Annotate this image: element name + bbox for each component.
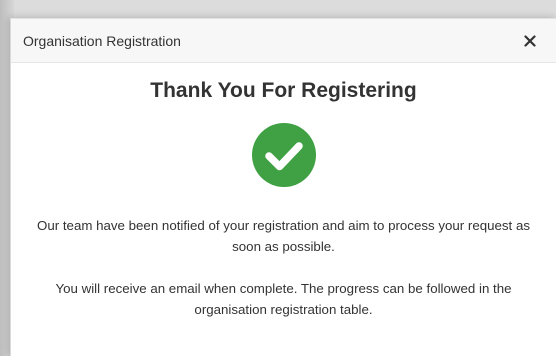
registration-modal: Organisation Registration Thank You For …: [10, 18, 556, 356]
background: Organisation Registration Thank You For …: [0, 0, 556, 356]
modal-title: Organisation Registration: [23, 32, 181, 49]
modal-heading: Thank You For Registering: [150, 79, 417, 102]
close-icon: [524, 34, 536, 47]
modal-header: Organisation Registration: [11, 19, 556, 63]
progress-message: You will receive an email when complete.…: [55, 281, 512, 317]
modal-body: Thank You For Registering Our team have …: [11, 63, 556, 320]
confirmation-message: Our team have been notified of your regi…: [37, 218, 530, 254]
check-circle-icon: [251, 123, 316, 187]
success-check: [251, 122, 317, 188]
close-button[interactable]: [520, 31, 540, 51]
